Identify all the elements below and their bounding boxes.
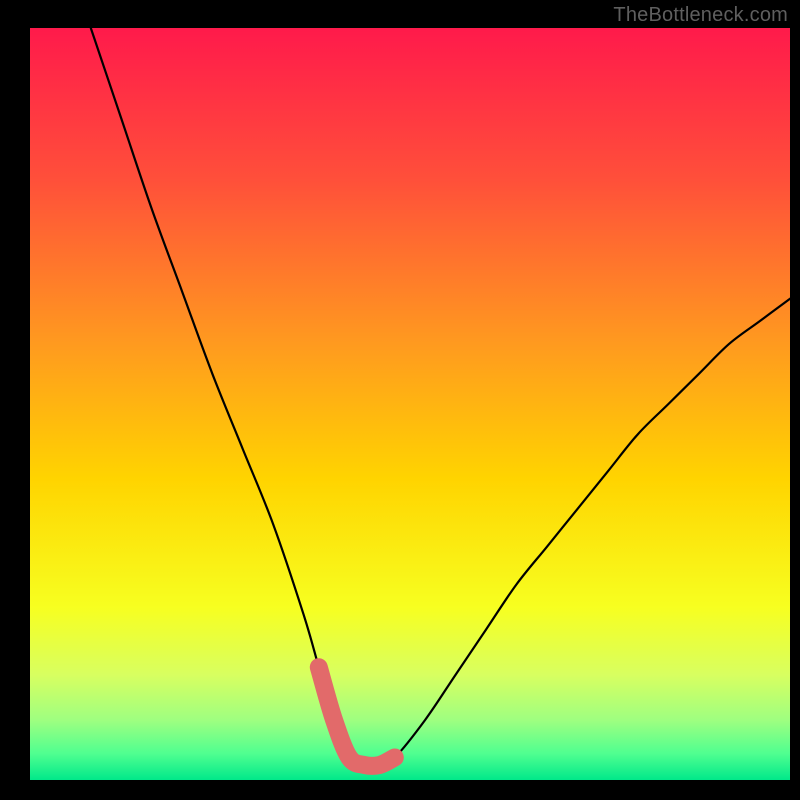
watermark-label: TheBottleneck.com [613,4,788,27]
chart-frame: TheBottleneck.com [0,0,800,800]
frame-left [0,0,30,800]
frame-bottom [0,780,800,800]
bottleneck-chart [0,0,800,800]
frame-right [790,0,800,800]
plot-background [30,28,790,780]
